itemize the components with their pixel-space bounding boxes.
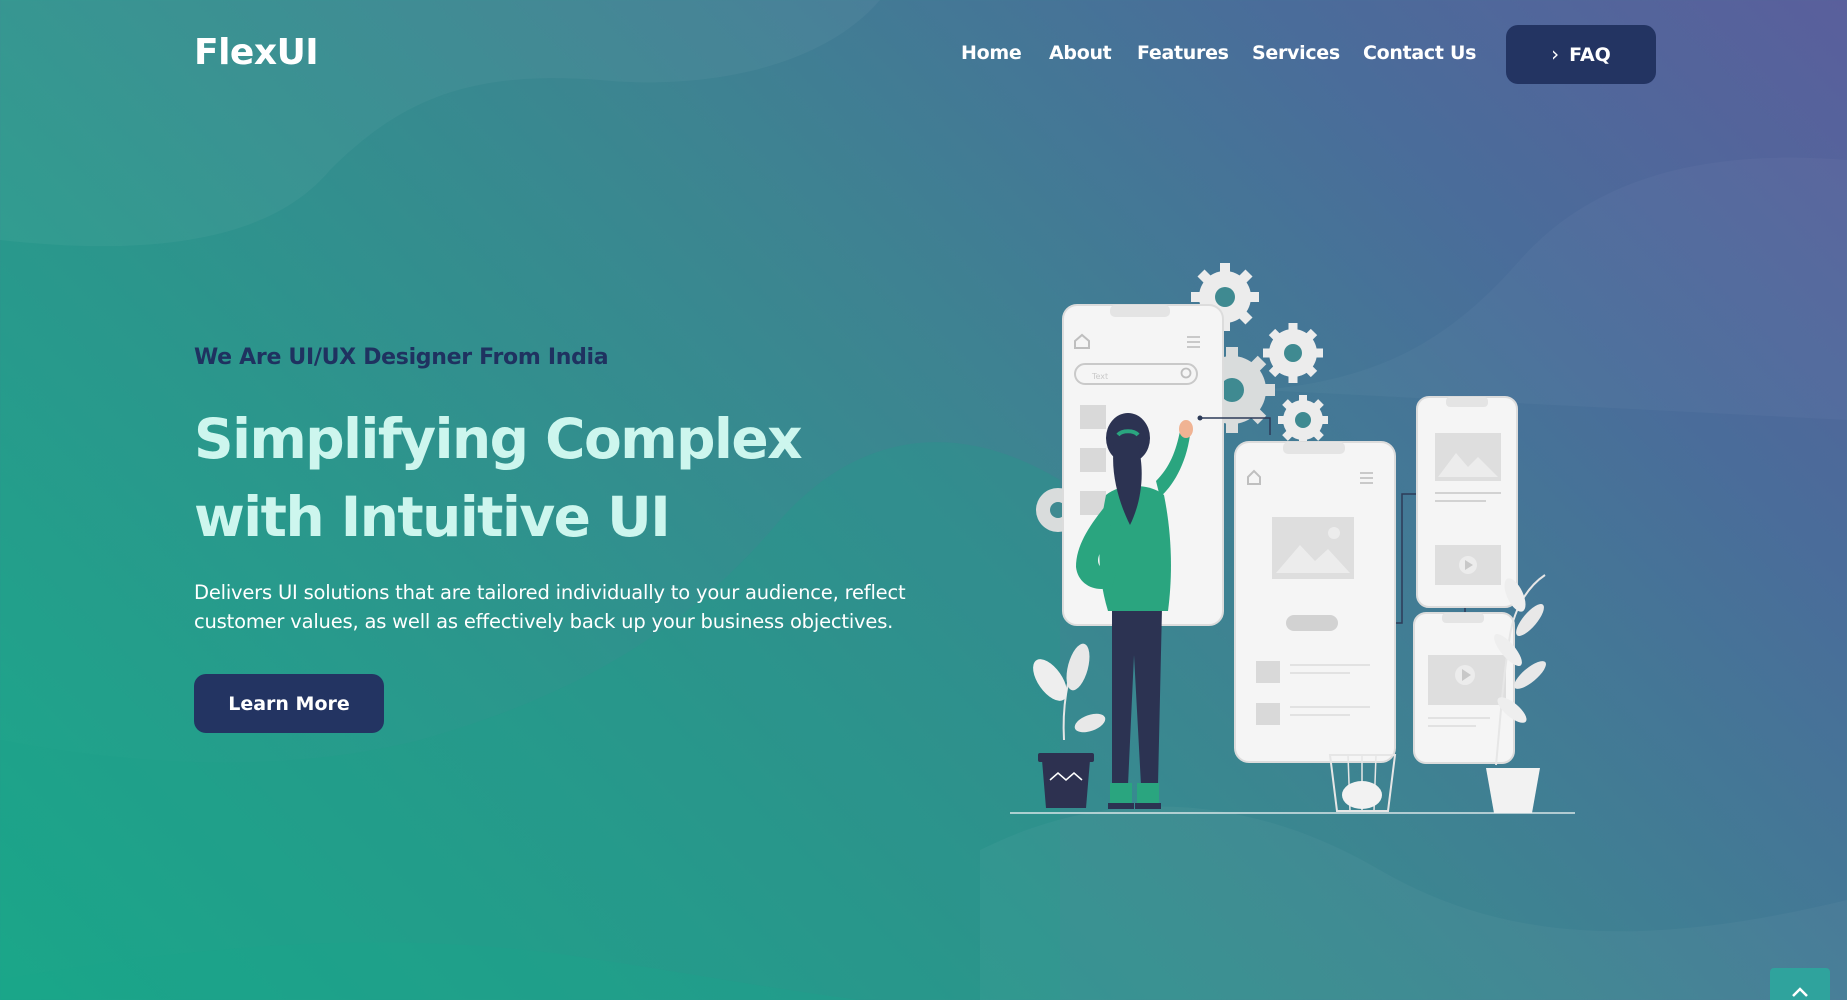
phone-mockup <box>1234 441 1396 763</box>
hero-illustration: Text <box>1010 263 1575 814</box>
nav-about[interactable]: About <box>1049 42 1112 64</box>
waste-basket <box>1328 754 1397 812</box>
scroll-to-top-button[interactable] <box>1770 968 1830 1000</box>
phone-mockup <box>1416 396 1518 608</box>
nav-home[interactable]: Home <box>961 42 1022 64</box>
site-header: FlexUI Home About Features Services Cont… <box>0 0 1847 110</box>
nav-features[interactable]: Features <box>1137 42 1229 64</box>
nav-contact-us[interactable]: Contact Us <box>1363 42 1476 64</box>
gear-icon <box>1263 323 1323 383</box>
hero-description-line-1: Delivers UI solutions that are tailored … <box>194 581 906 604</box>
arrow-up-icon <box>1792 987 1808 997</box>
chevron-right-icon: › <box>1551 41 1560 66</box>
brand-logo[interactable]: FlexUI <box>194 32 319 73</box>
potted-plant <box>1033 643 1106 808</box>
hero-description: Delivers UI solutions that are tailored … <box>194 578 914 636</box>
hero-tagline: We Are UI/UX Designer From India <box>194 345 609 370</box>
hero-headline-line-1: Simplifying Complex <box>194 407 803 471</box>
hero-description-line-2: customer values, as well as effectively … <box>194 610 894 633</box>
hero-headline: Simplifying Complex with Intuitive UI <box>194 400 894 556</box>
faq-button[interactable]: › FAQ <box>1506 25 1656 84</box>
nav-services[interactable]: Services <box>1252 42 1340 64</box>
gear-icon <box>1278 395 1328 445</box>
search-placeholder: Text <box>1091 372 1108 381</box>
learn-more-button[interactable]: Learn More <box>194 674 384 733</box>
hero-headline-line-2: with Intuitive UI <box>194 485 671 549</box>
faq-button-label: FAQ <box>1569 43 1611 66</box>
